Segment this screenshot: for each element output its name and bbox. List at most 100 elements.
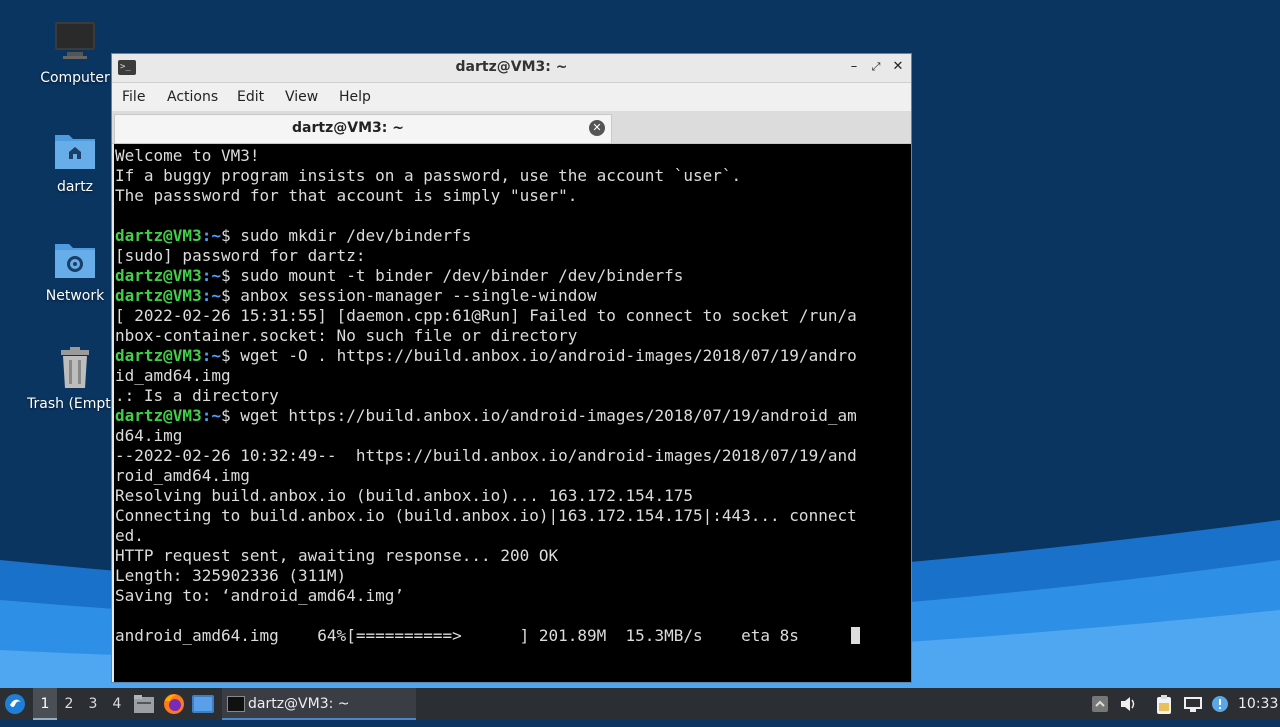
- tab-title: dartz@VM3: ~: [292, 120, 404, 136]
- terminal-tab[interactable]: dartz@VM3: ~ ✕: [114, 114, 612, 143]
- prompt-user: dartz@VM3: [115, 266, 202, 285]
- terminal-line: Welcome to VM3!: [115, 146, 860, 166]
- taskbar-window-button[interactable]: dartz@VM3: ~: [222, 688, 416, 720]
- terminal-output[interactable]: Welcome to VM3! If a buggy program insist…: [114, 144, 911, 682]
- lxqt-logo-icon: [5, 694, 25, 714]
- close-button[interactable]: ✕: [889, 58, 907, 76]
- prompt-dir: :~: [201, 286, 221, 305]
- desktop-icon-label: dartz: [56, 179, 94, 195]
- tab-bar: dartz@VM3: ~ ✕: [112, 111, 911, 144]
- window-title: dartz@VM3: ~: [455, 59, 568, 75]
- firefox-launcher[interactable]: [163, 688, 185, 720]
- workspace-1[interactable]: 1: [33, 688, 57, 720]
- firefox-icon: [164, 694, 184, 714]
- menu-actions[interactable]: Actions: [167, 89, 218, 105]
- terminal-line: Resolving build.anbox.io (build.anbox.io…: [115, 486, 860, 506]
- command-text: $ wget -O . https://build.anbox.io/andro…: [220, 346, 857, 365]
- show-desktop-launcher[interactable]: [192, 688, 216, 720]
- tab-close-icon[interactable]: ✕: [589, 120, 605, 136]
- desktop-icon-home[interactable]: dartz: [27, 129, 123, 195]
- terminal-line: [ 2022-02-26 15:31:55] [daemon.cpp:61@Ru…: [115, 306, 860, 326]
- output-text: Resolving build.anbox.io (build.anbox.io…: [115, 486, 693, 505]
- output-text: nbox-container.socket: No such file or d…: [115, 326, 578, 345]
- show-desktop-icon: [192, 695, 214, 713]
- file-manager-launcher[interactable]: [134, 688, 156, 720]
- desktop-icon-trash[interactable]: Trash (Empty): [27, 346, 123, 412]
- workspace-2[interactable]: 2: [57, 688, 81, 720]
- terminal-cursor: [850, 627, 860, 644]
- workspace-3[interactable]: 3: [81, 688, 105, 720]
- menu-bar: File Actions Edit View Help: [112, 83, 911, 111]
- terminal-line: --2022-02-26 10:32:49-- https://build.an…: [115, 446, 860, 466]
- clock[interactable]: 10:33: [1238, 688, 1278, 720]
- terminal-line: dartz@VM3:~$ wget https://build.anbox.io…: [115, 406, 860, 426]
- terminal-lines: Welcome to VM3! If a buggy program insist…: [115, 146, 860, 646]
- terminal-line: roid_amd64.img: [115, 466, 860, 486]
- terminal-window: >_ dartz@VM3: ~ – ⤢ ✕ File Actions Edit …: [111, 53, 912, 683]
- prompt-user: dartz@VM3: [115, 406, 202, 425]
- command-text: $ anbox session-manager --single-window: [220, 286, 597, 305]
- workspace-4[interactable]: 4: [105, 688, 129, 720]
- terminal-line: Saving to: ‘android_amd64.img’: [115, 586, 860, 606]
- window-titlebar[interactable]: >_ dartz@VM3: ~ – ⤢ ✕: [112, 54, 911, 83]
- menu-file[interactable]: File: [122, 89, 145, 105]
- taskbar-window-label: dartz@VM3: ~: [248, 696, 350, 712]
- computer-icon: [53, 20, 97, 64]
- prompt-dir: :~: [201, 346, 221, 365]
- terminal-line: [sudo] password for dartz:: [115, 246, 860, 266]
- desktop-icon-label: Computer: [40, 70, 110, 86]
- clipboard-icon[interactable]: [1155, 695, 1173, 714]
- start-menu-button[interactable]: [4, 688, 28, 720]
- command-text: $ wget https://build.anbox.io/android-im…: [220, 406, 857, 425]
- terminal-task-icon: [227, 696, 245, 712]
- terminal-line: ed.: [115, 526, 860, 546]
- output-text: id_amd64.img: [115, 366, 231, 385]
- menu-view[interactable]: View: [285, 89, 318, 105]
- minimize-button[interactable]: –: [845, 58, 863, 76]
- terminal-line: The passsword for that account is simply…: [115, 186, 860, 206]
- taskbar: 1 2 3 4 dartz@VM3: ~ 10:33: [0, 688, 1280, 720]
- desktop-icon-label: Network: [45, 288, 105, 304]
- trash-icon: [53, 346, 97, 390]
- terminal-line: android_amd64.img 64%[==========> ] 201.…: [115, 626, 860, 646]
- output-text: ed.: [115, 526, 144, 545]
- output-text: Connecting to build.anbox.io (build.anbo…: [115, 506, 857, 525]
- terminal-line: Length: 325902336 (311M): [115, 566, 860, 586]
- output-text: [sudo] password for dartz:: [115, 246, 366, 265]
- output-text: [ 2022-02-26 15:31:55] [daemon.cpp:61@Ru…: [115, 306, 857, 325]
- maximize-button[interactable]: ⤢: [867, 58, 885, 76]
- notification-icon[interactable]: [1211, 695, 1229, 713]
- desktop-icon-network[interactable]: Network: [27, 238, 123, 304]
- output-text: android_amd64.img 64%[==========> ] 201.…: [115, 626, 799, 645]
- desktop-icon-computer[interactable]: Computer: [27, 20, 123, 86]
- prompt-user: dartz@VM3: [115, 346, 202, 365]
- file-manager-icon: [134, 695, 154, 713]
- network-status-icon[interactable]: [1183, 695, 1202, 713]
- menu-edit[interactable]: Edit: [237, 89, 264, 105]
- terminal-line: dartz@VM3:~$ sudo mount -t binder /dev/b…: [115, 266, 860, 286]
- menu-help[interactable]: Help: [339, 89, 371, 105]
- terminal-line: Connecting to build.anbox.io (build.anbo…: [115, 506, 860, 526]
- prompt-user: dartz@VM3: [115, 286, 202, 305]
- prompt-user: dartz@VM3: [115, 226, 202, 245]
- output-text: HTTP request sent, awaiting response... …: [115, 546, 559, 565]
- output-text: The passsword for that account is simply…: [115, 186, 578, 205]
- terminal-line: dartz@VM3:~$ wget -O . https://build.anb…: [115, 346, 860, 366]
- output-text: d64.img: [115, 426, 183, 445]
- command-text: $ sudo mount -t binder /dev/binder /dev/…: [220, 266, 684, 285]
- terminal-line: If a buggy program insists on a password…: [115, 166, 860, 186]
- terminal-line: HTTP request sent, awaiting response... …: [115, 546, 860, 566]
- terminal-line: nbox-container.socket: No such file or d…: [115, 326, 860, 346]
- volume-icon[interactable]: [1119, 695, 1137, 713]
- terminal-line: dartz@VM3:~$ sudo mkdir /dev/binderfs: [115, 226, 860, 246]
- desktop-icon-label: Trash (Empty): [27, 396, 123, 412]
- terminal-line: .: Is a directory: [115, 386, 860, 406]
- output-text: If a buggy program insists on a password…: [115, 166, 742, 185]
- tray-expand-icon[interactable]: [1091, 695, 1109, 713]
- command-text: $ sudo mkdir /dev/binderfs: [220, 226, 472, 245]
- prompt-dir: :~: [201, 406, 221, 425]
- output-text: .: Is a directory: [115, 386, 279, 405]
- output-text: Saving to: ‘android_amd64.img’: [115, 586, 404, 605]
